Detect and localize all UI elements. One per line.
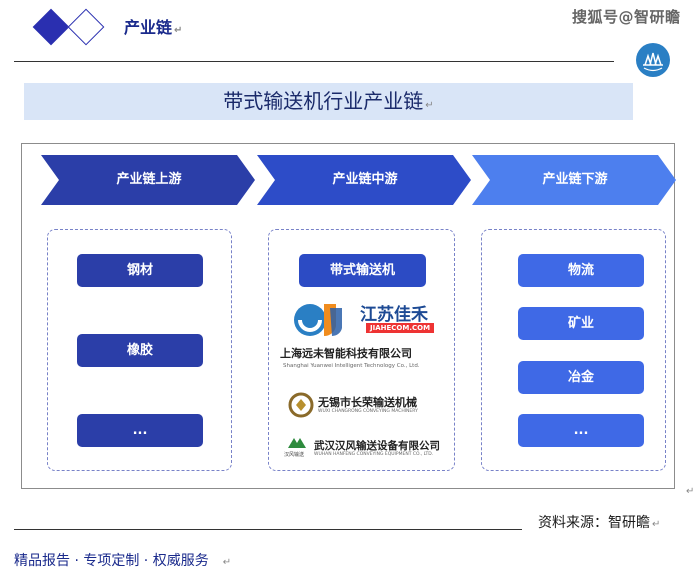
footer-slogan: 精品报告 · 专项定制 · 权威服务 ↵ (14, 553, 232, 569)
stage-downstream-label: 产业链下游 (542, 172, 608, 187)
downstream-item-metallurgy: 冶金 (518, 361, 644, 394)
diagram-title-band: 带式输送机行业产业链 ↵ (24, 83, 633, 120)
downstream-item-logistics: 物流 (518, 254, 644, 287)
company-hanfeng-name-en: WUHAN HANFENG CONVEYING EQUIPMENT CO., L… (314, 452, 434, 457)
stage-midstream-label: 产业链中游 (332, 172, 398, 187)
upstream-item-more: ... (77, 414, 203, 447)
midstream-item-belt-conveyor: 带式输送机 (299, 254, 426, 287)
section-title: 产业链 ↵ (124, 18, 183, 37)
jiahe-logo-icon (294, 304, 342, 337)
diamond-filled-icon (32, 8, 70, 46)
company-hanfeng: 汉风输送 武汉汉风输送设备有限公司 WUHAN HANFENG CONVEYIN… (284, 436, 448, 460)
zhiyanzhan-logo-icon (636, 43, 670, 77)
hanfeng-logo-label: 汉风输送 (284, 452, 305, 458)
changrong-logo-icon (288, 392, 314, 418)
jiahe-logo-url: JIAHECOM.COM (366, 323, 435, 333)
watermark: 搜狐号@智研瞻 (572, 8, 681, 26)
header-divider (14, 61, 614, 62)
upstream-item-rubber: 橡胶 (77, 334, 203, 367)
source-divider (14, 529, 522, 530)
company-yuanwei-name-cn: 上海远未智能科技有限公司 (280, 347, 412, 360)
company-yuanwei: 上海远未智能科技有限公司 Shanghai Yuanwei Intelligen… (280, 345, 445, 369)
company-changrong-name-en: WUXI CHANGRONG CONVEYING MACHINERY (318, 409, 418, 414)
source-note: 资料来源：智研瞻 ↵ (538, 515, 661, 531)
stage-midstream: 产业链中游 (257, 155, 471, 205)
company-yuanwei-name-en: Shanghai Yuanwei Intelligent Technology … (283, 363, 420, 369)
company-hanfeng-name-cn: 武汉汉风输送设备有限公司 (314, 440, 440, 452)
stage-downstream: 产业链下游 (472, 155, 676, 205)
stage-upstream: 产业链上游 (41, 155, 255, 205)
company-changrong-name-cn: 无锡市长荣输送机械 (318, 396, 417, 409)
diagram-title: 带式输送机行业产业链 (223, 89, 424, 113)
downstream-item-more: ... (518, 414, 644, 447)
paragraph-mark: ↵ (686, 486, 695, 497)
diamond-outline-icon (67, 8, 105, 46)
company-changrong: 无锡市长荣输送机械 WUXI CHANGRONG CONVEYING MACHI… (288, 392, 438, 418)
stage-upstream-label: 产业链上游 (116, 172, 182, 187)
jiahe-logo-name: 江苏佳禾 (360, 305, 428, 325)
downstream-item-mining: 矿业 (518, 307, 644, 340)
upstream-item-steel: 钢材 (77, 254, 203, 287)
company-jiahe-logo: 江苏佳禾 JIAHECOM.COM (290, 298, 442, 340)
hanfeng-logo-icon (288, 438, 306, 448)
